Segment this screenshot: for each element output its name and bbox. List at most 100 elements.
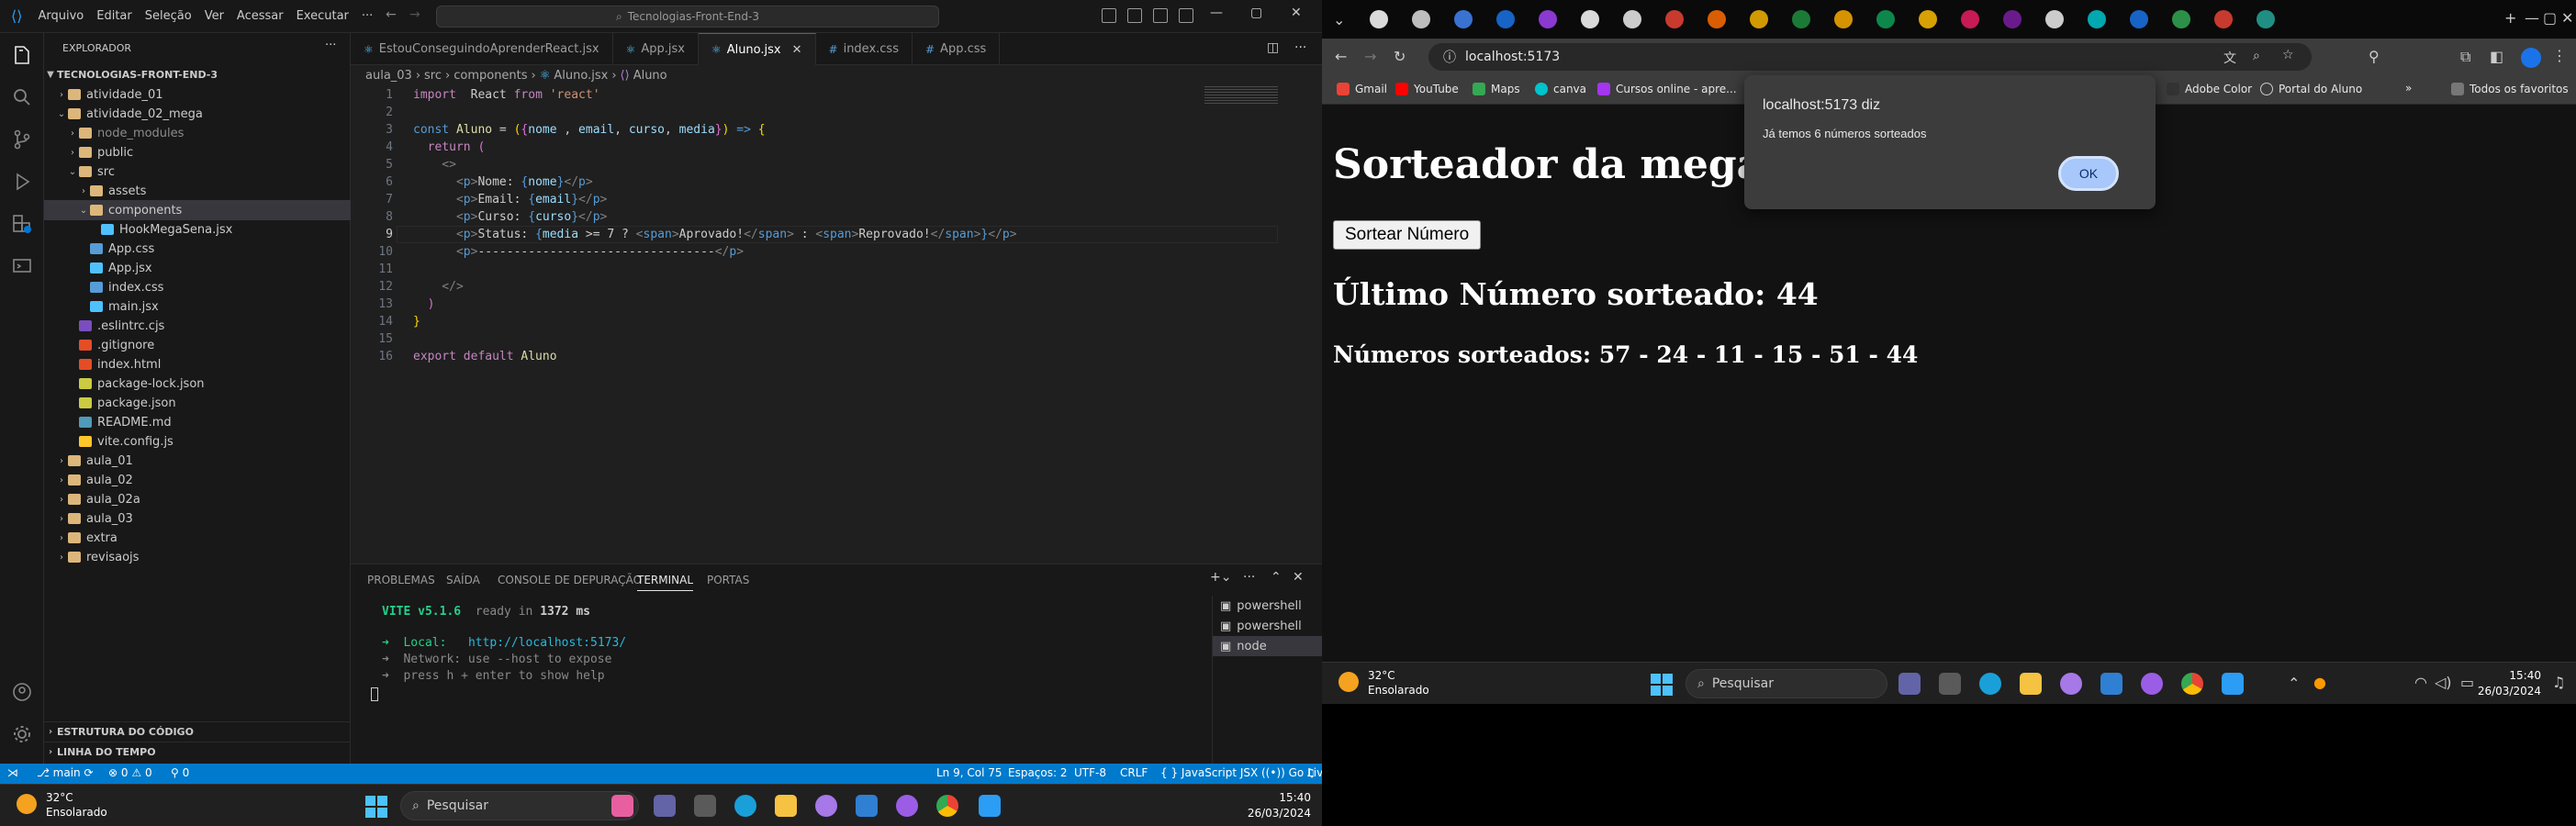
browser-tab-favicon[interactable] [1961,10,1979,28]
indentation[interactable]: Espaços: 2 [1008,766,1068,779]
bookmark-gmail[interactable]: Gmail [1337,83,1387,95]
ok-button[interactable]: OK [2058,156,2119,191]
browser-tab-favicon[interactable] [1708,10,1726,28]
timeline-section[interactable]: › LINHA DO TEMPO [44,742,351,762]
maximize-panel-icon[interactable]: ⌃ [1271,570,1282,585]
browser-tab-favicon[interactable] [1665,10,1684,28]
customize-layout-icon[interactable] [1179,8,1193,23]
search-icon[interactable] [11,86,33,108]
back-arrow-icon[interactable]: ← [386,7,397,22]
folder-item[interactable]: › assets [44,181,351,201]
vscode-icon[interactable] [2222,673,2244,695]
minimap[interactable] [1204,86,1278,105]
bookmark-portal-aluno[interactable]: Portal do Aluno [2260,83,2362,95]
menu-acessar[interactable]: Acessar [230,9,290,23]
folder-item[interactable]: › revisaojs [44,547,351,567]
file-item[interactable]: HookMegaSena.jsx [44,219,351,240]
mail-icon[interactable] [856,795,878,817]
translate-icon[interactable]: 文 [2223,49,2236,67]
chrome-icon[interactable] [936,795,958,817]
toggle-panel-icon[interactable] [1127,8,1142,23]
terminal-item[interactable]: ▣ powershell [1213,596,1322,616]
back-arrow-icon[interactable]: ← [1335,48,1347,65]
toggle-sidebar-icon[interactable] [1102,8,1116,23]
remote-icon[interactable]: ⋊ [7,766,18,779]
file-item[interactable]: index.css [44,277,351,297]
run-debug-icon[interactable] [11,171,33,193]
file-explorer-icon[interactable] [694,795,716,817]
account-icon[interactable] [11,681,33,703]
more-bookmarks-icon[interactable]: » [2405,82,2412,95]
wifi-icon[interactable]: ◠ [2414,674,2427,691]
browser-tab-favicon[interactable] [1876,10,1895,28]
chrome-menu-icon[interactable]: ⋮ [2552,47,2567,64]
profile-avatar[interactable] [2521,48,2541,68]
browser-tab-favicon[interactable] [2088,10,2106,28]
minimize-icon[interactable]: — [2525,9,2539,27]
site-info-icon[interactable]: ⓘ [1443,48,1456,66]
encoding[interactable]: UTF-8 [1074,766,1106,779]
edge-icon[interactable] [734,795,756,817]
terminal-item[interactable]: ▣ powershell [1213,616,1322,636]
menu-ver[interactable]: Ver [198,9,230,23]
weather-widget[interactable]: 32°C Ensolarado [46,790,107,820]
tab-search-icon[interactable]: ⌄ [1333,11,1345,28]
browser-tab-favicon[interactable] [1539,10,1557,28]
ports-status[interactable]: ⚲ 0 [171,766,189,779]
menu-more[interactable]: ··· [355,9,379,23]
chrome-icon[interactable] [2181,673,2203,695]
file-explorer-icon[interactable] [1939,673,1961,695]
volume-icon[interactable]: ◁) [2435,674,2452,691]
tab-saida[interactable]: SAÍDA [446,574,480,586]
folder-item[interactable]: › aula_02 [44,470,351,490]
vscode-icon[interactable] [979,795,1001,817]
browser-tab-favicon[interactable] [1370,10,1388,28]
widgets-icon[interactable] [611,795,633,817]
close-tab-icon[interactable]: ✕ [792,43,802,57]
folder-item[interactable]: ⌄ components [44,200,351,220]
more-actions-icon[interactable]: ··· [1243,570,1255,585]
browser-tab-favicon[interactable] [1919,10,1937,28]
breadcrumb-item[interactable]: components [454,69,527,83]
file-item[interactable]: main.jsx [44,296,351,317]
tab-problemas[interactable]: PROBLEMAS [367,574,435,586]
tab-index-css[interactable]: # index.css [816,33,913,65]
bookmark-star-icon[interactable]: ☆ [2282,48,2294,62]
github-desktop-icon[interactable] [2141,673,2163,695]
code-editor[interactable]: 1 2 3 4 5 6 7 8 9 10 11 12 13 14 15 16 import React fro… [351,86,1322,564]
browser-tab-favicon[interactable] [1454,10,1473,28]
file-item[interactable]: App.jsx [44,258,351,278]
minimize-icon[interactable]: — [1210,6,1223,20]
bookmark-adobe-color[interactable]: Adobe Color [2167,83,2252,95]
folder-item[interactable]: › public [44,142,351,162]
bookmark-youtube[interactable]: YouTube [1395,83,1459,95]
workspace-root[interactable]: ▼ TECNOLOGIAS-FRONT-END-3 [44,64,351,84]
maximize-icon[interactable]: ▢ [2543,9,2557,27]
browser-tab-favicon[interactable] [2003,10,2022,28]
browser-tab-favicon[interactable] [1750,10,1768,28]
browser-tab-favicon[interactable] [2172,10,2190,28]
forward-arrow-icon[interactable]: → [1364,48,1376,65]
folder-item[interactable]: › extra [44,528,351,548]
browser-tab-favicon[interactable] [2257,10,2275,28]
outline-section[interactable]: › ESTRUTURA DO CÓDIGO [44,721,351,742]
file-item[interactable]: README.md [44,412,351,432]
address-bar[interactable]: ⓘ localhost:5173 文 ⌕ ☆ [1428,43,2312,71]
github-desktop-icon[interactable] [896,795,918,817]
menu-executar[interactable]: Executar [290,9,355,23]
menu-selecao[interactable]: Seleção [139,9,198,23]
notifications-bell-icon[interactable]: ♫ [2552,674,2565,691]
taskbar-search[interactable]: ⌕ Pesquisar [1686,669,1887,698]
new-terminal-icon[interactable]: +⌄ [1210,570,1231,585]
explorer-icon[interactable] [11,44,33,66]
mail-icon[interactable] [2100,673,2122,695]
folder-item[interactable]: ⌄ src [44,162,351,182]
tab-portas[interactable]: PORTAS [707,574,749,586]
bookmark-canva[interactable]: canva [1535,83,1586,95]
menu-editar[interactable]: Editar [90,9,139,23]
notifications-bell-icon[interactable]: ♫ [1305,766,1316,779]
zoom-icon[interactable]: ⌕ [2253,49,2260,63]
folder-item[interactable]: › atividade_01 [44,84,351,105]
more-actions-icon[interactable]: ··· [325,39,336,52]
file-item[interactable]: .gitignore [44,335,351,355]
